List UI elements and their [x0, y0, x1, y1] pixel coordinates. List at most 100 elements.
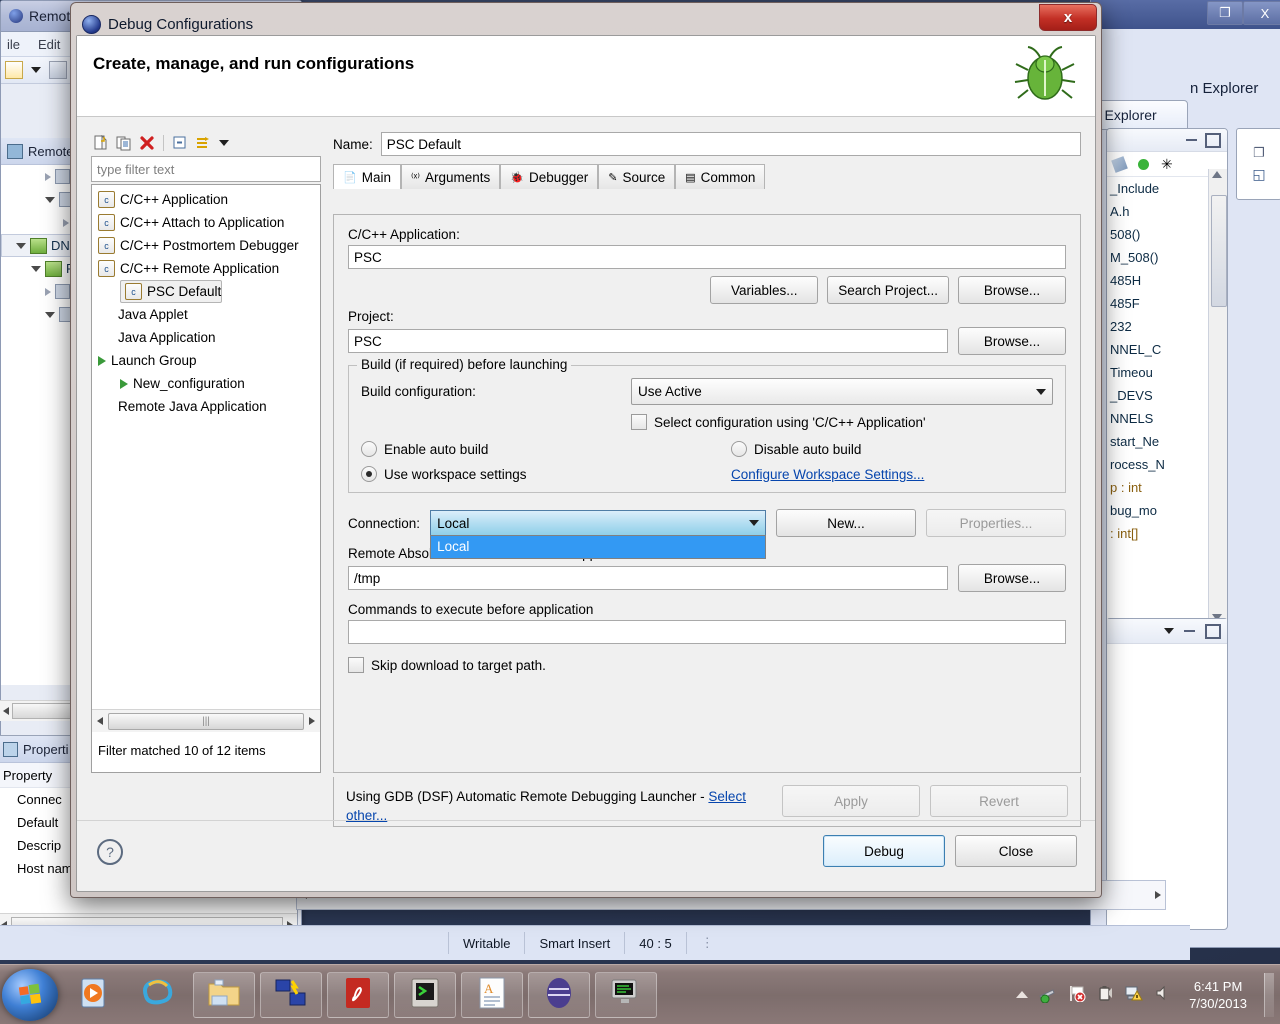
taskbar-item-eclipse-ide[interactable] — [528, 971, 590, 1018]
close-icon[interactable]: x — [1039, 4, 1097, 31]
config-tree-item[interactable]: Java Application — [92, 326, 320, 349]
right-window-close-button[interactable]: X — [1243, 1, 1280, 25]
connection-option[interactable]: Local — [431, 535, 765, 558]
taskbar-clock[interactable]: 6:41 PM 7/30/2013 — [1183, 978, 1253, 1012]
outline-scrollbar[interactable] — [1208, 169, 1227, 625]
maximize-icon[interactable] — [1205, 623, 1221, 639]
connection-combo[interactable]: Local — [430, 509, 766, 537]
config-tree-item[interactable]: New_configuration — [92, 372, 320, 395]
save-icon[interactable] — [49, 61, 67, 79]
select-configuration-checkbox[interactable]: Select configuration using 'C/C++ Applic… — [631, 414, 926, 430]
collapse-arrow-icon[interactable] — [16, 242, 26, 249]
sort-icon[interactable] — [1111, 155, 1128, 173]
enable-auto-build-radio[interactable]: Enable auto build — [361, 441, 721, 457]
scroll-thumb[interactable] — [1211, 195, 1227, 307]
hide-fields-icon[interactable]: ✳ — [1161, 156, 1173, 173]
skip-download-checkbox[interactable]: Skip download to target path. — [348, 657, 1066, 673]
collapse-arrow-icon[interactable] — [31, 265, 41, 272]
configuration-editor-panel[interactable]: Name: PSC Default 📄 Main ⁽ˣ⁾ Arguments 🐞 Debu… — [333, 132, 1081, 773]
scroll-left-icon[interactable] — [3, 707, 9, 715]
outline-view-toolbar[interactable] — [1107, 129, 1227, 152]
connection-dropdown-list[interactable]: Local — [430, 534, 766, 559]
scroll-right-icon[interactable] — [1155, 891, 1161, 899]
tab-arguments[interactable]: ⁽ˣ⁾ Arguments — [400, 164, 501, 189]
taskbar-item-media-player[interactable] — [63, 973, 123, 1017]
scroll-thumb[interactable]: ||| — [108, 712, 304, 730]
view-menu-icon[interactable] — [1164, 628, 1174, 634]
new-launch-configuration-icon[interactable] — [91, 133, 111, 153]
config-tree-item[interactable]: c C/C++ Application — [92, 188, 320, 211]
new-wizard-icon[interactable] — [5, 61, 23, 79]
use-workspace-settings-radio[interactable]: Use workspace settings — [361, 466, 721, 482]
tab-source[interactable]: ✎ Source — [598, 164, 676, 189]
configurations-toolbar[interactable] — [91, 132, 321, 154]
config-tree-item[interactable]: Launch Group — [92, 349, 320, 372]
configurations-tree[interactable]: c C/C++ Application c C/C++ Attach to Appli… — [91, 184, 321, 773]
new-connection-button[interactable]: New... — [776, 509, 916, 537]
network-connected-icon[interactable] — [1039, 987, 1057, 1003]
delete-icon[interactable] — [137, 133, 157, 153]
browse-application-button[interactable]: Browse... — [958, 276, 1066, 304]
disable-auto-build-radio[interactable]: Disable auto build — [731, 441, 861, 457]
taskbar-item-adobe-reader[interactable] — [327, 971, 389, 1018]
chevron-down-icon[interactable] — [1036, 388, 1046, 395]
view-menu-icon[interactable] — [219, 140, 229, 146]
project-input[interactable]: PSC — [348, 329, 948, 353]
debug-button[interactable]: Debug — [823, 835, 945, 867]
tab-debugger[interactable]: 🐞 Debugger — [500, 164, 599, 189]
show-desktop-button[interactable] — [1264, 972, 1274, 1017]
tab-main[interactable]: 📄 Main — [333, 164, 401, 189]
flag-error-icon[interactable] — [1068, 985, 1086, 1005]
chevron-down-icon[interactable] — [31, 67, 41, 73]
windows-taskbar[interactable]: A 6:41 PM 7/30/2013 — [0, 964, 1280, 1024]
browse-remote-path-button[interactable]: Browse... — [958, 564, 1066, 592]
browse-project-button[interactable]: Browse... — [958, 327, 1066, 355]
search-project-button[interactable]: Search Project... — [827, 276, 949, 304]
taskbar-item-terminal-app[interactable] — [394, 971, 456, 1018]
variables-button[interactable]: Variables... — [710, 276, 819, 304]
duplicate-icon[interactable] — [114, 133, 134, 153]
config-tree-item[interactable]: c C/C++ Remote Application — [92, 257, 320, 280]
config-tree-item[interactable]: Remote Java Application — [92, 395, 320, 418]
menu-file[interactable]: ile — [7, 37, 20, 52]
chevron-down-icon[interactable] — [749, 520, 759, 526]
commands-input[interactable] — [348, 620, 1066, 644]
debug-configurations-dialog[interactable]: Debug Configurations x Create, manage, a… — [70, 2, 1102, 898]
configuration-tabs[interactable]: 📄 Main ⁽ˣ⁾ Arguments 🐞 Debugger ✎ Source ▤ Common — [333, 164, 1081, 189]
scroll-left-icon[interactable] — [97, 717, 103, 725]
scroll-right-icon[interactable] — [309, 717, 315, 725]
fast-view-bar[interactable]: ❐ ◱ — [1236, 128, 1280, 200]
expand-arrow-icon[interactable] — [45, 172, 51, 181]
build-configuration-combo[interactable]: Use Active — [631, 378, 1053, 405]
radio-icon[interactable] — [361, 441, 377, 457]
status-drag-handle[interactable]: ⋮ — [685, 932, 728, 954]
network-warning-icon[interactable] — [1125, 985, 1144, 1005]
collapse-all-icon[interactable] — [170, 133, 190, 153]
config-tree-item[interactable]: c C/C++ Attach to Application — [92, 211, 320, 234]
battery-icon[interactable] — [1097, 985, 1114, 1005]
filter-icon[interactable] — [193, 133, 213, 153]
configuration-types-panel[interactable]: type filter text c C/C++ Application c C/C+… — [91, 132, 321, 773]
name-input[interactable]: PSC Default — [380, 132, 1081, 156]
filter-input[interactable]: type filter text — [91, 156, 321, 182]
help-view-icon[interactable]: ◱ — [1252, 166, 1265, 183]
expand-arrow-icon[interactable] — [63, 218, 69, 227]
windows-start-icon[interactable] — [2, 968, 58, 1021]
system-tray[interactable]: 6:41 PM 7/30/2013 — [1016, 972, 1280, 1017]
close-button[interactable]: Close — [955, 835, 1077, 867]
scroll-up-icon[interactable] — [1212, 171, 1222, 178]
taskbar-item-console-app[interactable] — [595, 971, 657, 1018]
config-tree-item[interactable]: c C/C++ Postmortem Debugger — [92, 234, 320, 257]
help-icon[interactable]: ? — [97, 839, 123, 865]
taskbar-item-word-processor[interactable]: A — [461, 971, 523, 1018]
configure-workspace-settings-link[interactable]: Configure Workspace Settings... — [731, 467, 924, 482]
volume-icon[interactable] — [1155, 985, 1172, 1004]
collapse-arrow-icon[interactable] — [45, 196, 55, 203]
checkbox-icon[interactable] — [631, 414, 647, 430]
menu-edit[interactable]: Edit — [38, 37, 60, 52]
radio-icon[interactable] — [361, 466, 377, 482]
config-tree-item[interactable]: c PSC Default — [120, 280, 223, 303]
restore-view-icon[interactable]: ❐ — [1253, 145, 1265, 161]
restore-button[interactable]: ❐ — [1207, 1, 1243, 25]
show-hidden-icons-icon[interactable] — [1016, 991, 1029, 998]
